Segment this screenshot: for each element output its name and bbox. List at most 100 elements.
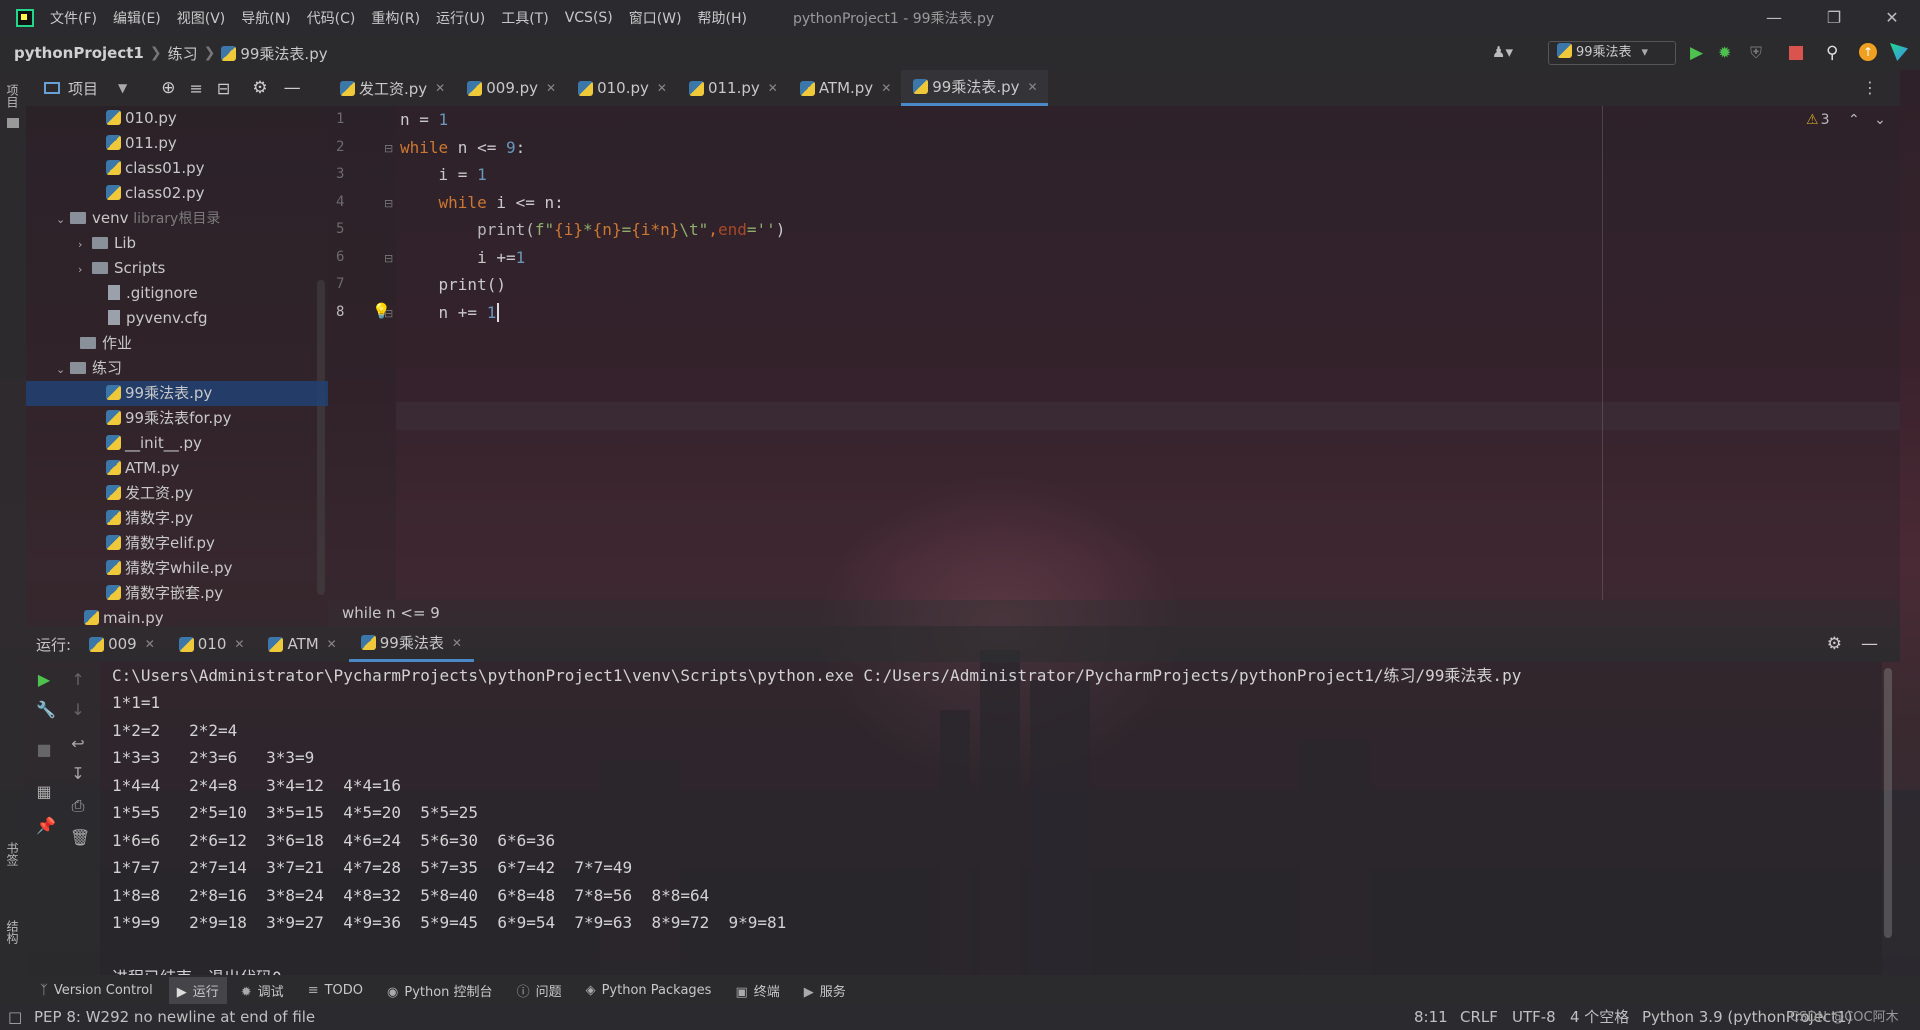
run-icon[interactable]: ▶ (1690, 43, 1710, 63)
tree-item[interactable]: class01.py (106, 156, 205, 181)
close-tab-icon[interactable]: ✕ (452, 636, 462, 650)
tree-item[interactable]: 010.py (106, 106, 177, 131)
collapse-all-icon[interactable]: ⊟ (217, 79, 230, 98)
chevron-down-icon[interactable]: ⌄ (1874, 112, 1886, 128)
close-tab-icon[interactable]: ✕ (546, 81, 556, 95)
tree-item[interactable]: main.py (84, 606, 164, 626)
tree-item[interactable]: 99乘法表for.py (106, 406, 232, 431)
soft-wrap-icon[interactable]: ↩ (70, 736, 86, 752)
run-tab-active[interactable]: 99乘法表 ✕ (348, 626, 474, 662)
tree-item[interactable]: pyvenv.cfg (108, 306, 208, 331)
bookmarks-tool-window-button[interactable]: 书签 (4, 842, 21, 866)
close-tab-icon[interactable]: ✕ (768, 81, 778, 95)
status-layout-icon[interactable]: □ (8, 1005, 22, 1030)
chevron-up-icon[interactable]: ⌃ (1848, 112, 1860, 128)
tree-item[interactable]: 猜数字while.py (106, 556, 233, 581)
editor-tab[interactable]: 010.py ✕ (566, 70, 677, 106)
close-tab-icon[interactable]: ✕ (657, 81, 667, 95)
tree-item-selected[interactable]: 99乘法表.py (26, 381, 328, 406)
editor-tab[interactable]: ATM.py ✕ (788, 70, 901, 106)
tree-item[interactable]: class02.py (106, 181, 205, 206)
close-tab-icon[interactable]: ✕ (1028, 80, 1038, 94)
print-icon[interactable]: ⎙ (70, 798, 86, 814)
menu-file[interactable]: 文件(F) (50, 8, 97, 28)
search-icon[interactable]: ⚲ (1826, 43, 1846, 63)
debug-icon[interactable]: ✹ (1718, 43, 1738, 63)
tree-item[interactable]: 猜数字嵌套.py (106, 581, 223, 606)
close-tab-icon[interactable]: ✕ (145, 637, 155, 651)
jetbrains-logo-icon[interactable] (1890, 43, 1910, 63)
rerun-icon[interactable]: ▶ (36, 672, 52, 688)
layout-icon[interactable]: ▦ (36, 784, 52, 800)
todo-tool-button[interactable]: ≡ TODO (308, 983, 363, 998)
close-icon[interactable]: ✕ (1864, 0, 1920, 36)
breadcrumb-folder[interactable]: 练习 (168, 43, 198, 64)
tree-item[interactable]: .gitignore (108, 281, 198, 306)
tree-item-lib[interactable]: › Lib (78, 231, 136, 256)
restore-icon[interactable]: ❐ (1806, 0, 1862, 36)
editor-tab[interactable]: 009.py ✕ (455, 70, 566, 106)
breadcrumb-project[interactable]: pythonProject1 (14, 44, 144, 62)
tree-item[interactable]: 011.py (106, 131, 177, 156)
tree-item[interactable]: 猜数字elif.py (106, 531, 215, 556)
inspection-widget[interactable]: ⚠ 3 ⌃ ⌄ (1806, 112, 1886, 128)
trash-icon[interactable]: 🗑 (70, 830, 90, 846)
python-console-button[interactable]: ◉ Python 控制台 (387, 981, 493, 1000)
settings-gear-icon[interactable]: ⚙ (252, 78, 267, 98)
line-ending[interactable]: CRLF (1460, 1005, 1498, 1030)
tree-item[interactable]: __init__.py (106, 431, 202, 456)
code-breadcrumb[interactable]: while n <= 9 (328, 600, 1900, 626)
lightbulb-icon[interactable]: 💡 (372, 302, 391, 320)
tree-item-homework[interactable]: 作业 (80, 331, 132, 356)
close-tab-icon[interactable]: ✕ (327, 637, 337, 651)
problems-tool-button[interactable]: ⓘ 问题 (517, 981, 562, 1000)
editor-tab[interactable]: 发工资.py ✕ (328, 70, 455, 106)
fold-icon[interactable]: ⊟ (384, 197, 393, 210)
run-tab[interactable]: 009 ✕ (77, 626, 167, 662)
chevron-down-icon[interactable]: ▼ (118, 81, 127, 95)
minimize-icon[interactable]: — (1746, 0, 1802, 36)
code-editor[interactable]: n = 1 while n <= 9: i = 1 while i <= n: … (396, 106, 1900, 600)
project-panel-title[interactable]: 项目 (68, 78, 98, 99)
chevron-right-icon[interactable]: › (78, 257, 92, 282)
wrench-icon[interactable]: 🔧 (36, 702, 56, 718)
scroll-to-end-icon[interactable]: ↧ (70, 766, 86, 782)
expand-all-icon[interactable]: ≡ (190, 79, 203, 98)
coverage-icon[interactable]: ⛨ (1750, 43, 1770, 63)
structure-tool-window-button[interactable]: 结构 (4, 920, 21, 944)
hide-panel-icon[interactable]: — (1861, 634, 1878, 654)
terminal-tool-button[interactable]: ▣ 终端 (735, 981, 779, 1000)
services-tool-button[interactable]: ▶ 服务 (804, 981, 846, 1000)
status-message[interactable]: PEP 8: W292 no newline at end of file (34, 1005, 315, 1030)
editor-tab[interactable]: 011.py ✕ (677, 70, 788, 106)
editor-tab-active[interactable]: 99乘法表.py ✕ (901, 70, 1048, 106)
menu-run[interactable]: 运行(U) (436, 8, 485, 28)
console-scrollbar[interactable] (1884, 668, 1892, 938)
close-tab-icon[interactable]: ✕ (881, 81, 891, 95)
stop-icon[interactable] (1786, 43, 1806, 63)
fold-icon[interactable]: ⊟ (384, 142, 393, 155)
update-icon[interactable]: ↑ (1859, 43, 1879, 63)
fold-end-icon[interactable]: ⊟ (384, 252, 393, 265)
more-tabs-icon[interactable]: ⋮ (1862, 78, 1878, 97)
file-encoding[interactable]: UTF-8 (1512, 1005, 1556, 1030)
close-tab-icon[interactable]: ✕ (435, 81, 445, 95)
arrow-down-icon[interactable]: ↓ (70, 702, 86, 718)
menu-code[interactable]: 代码(C) (307, 8, 356, 28)
menu-tools[interactable]: 工具(T) (501, 8, 548, 28)
tree-item-venv[interactable]: ⌄ venv library根目录 (56, 206, 220, 231)
menu-refactor[interactable]: 重构(R) (371, 8, 420, 28)
menu-navigate[interactable]: 导航(N) (241, 8, 290, 28)
pin-icon[interactable]: 📌 (36, 818, 56, 834)
tree-item[interactable]: 发工资.py (106, 481, 193, 506)
breadcrumb-file[interactable]: 99乘法表.py (240, 43, 327, 64)
hide-panel-icon[interactable]: — (284, 78, 301, 98)
close-tab-icon[interactable]: ✕ (234, 637, 244, 651)
version-control-button[interactable]: ᛉ Version Control (40, 983, 153, 998)
tree-item[interactable]: ATM.py (106, 456, 179, 481)
menu-help[interactable]: 帮助(H) (698, 8, 747, 28)
stop-icon[interactable]: ■ (36, 742, 52, 758)
run-configuration-select[interactable]: 99乘法表 ▾ (1548, 41, 1676, 65)
run-console[interactable]: C:\Users\Administrator\PycharmProjects\p… (100, 662, 1882, 975)
run-tool-button[interactable]: ▶ 运行 (168, 976, 227, 1004)
